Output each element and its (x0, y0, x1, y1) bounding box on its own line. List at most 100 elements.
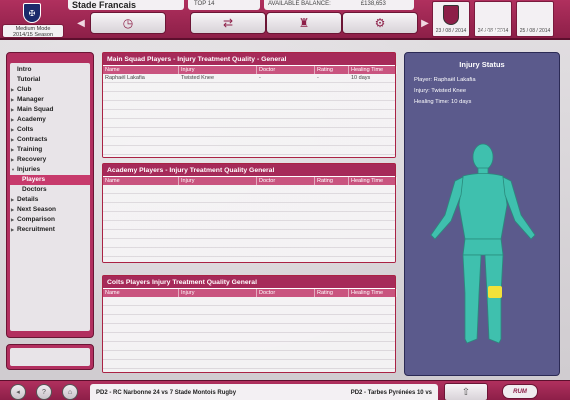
column-healing-time[interactable]: Healing Time (349, 177, 397, 185)
sidebar-item-colts[interactable]: Colts (10, 125, 90, 135)
column-name[interactable]: Name (103, 177, 179, 185)
ticker-right: PD2 - Tarbes Pyrénées 10 vs (350, 389, 432, 396)
table-body: Raphaël Lakafia Twisted Knee - - 10 days (103, 74, 395, 157)
sidebar-item-recruitment[interactable]: Recruitment (10, 225, 90, 235)
cell-injury: Twisted Knee (181, 75, 215, 81)
sidebar-item-doctors[interactable]: Doctors (10, 185, 90, 195)
settings-icon: ⚙ (374, 16, 386, 30)
column-rating[interactable]: Rating (315, 177, 349, 185)
sidebar-item-injuries[interactable]: Injuries (10, 165, 90, 175)
sidebar: IntroTutorialClubManagerMain SquadAcadem… (6, 52, 94, 338)
column-healing-time[interactable]: Healing Time (349, 66, 397, 74)
sidebar-item-manager[interactable]: Manager (10, 95, 90, 105)
table-header: Name Injury Doctor Rating Healing Time (103, 177, 397, 185)
nav-trophy-button[interactable]: ♜ (266, 12, 342, 34)
sidebar-item-main-squad[interactable]: Main Squad (10, 105, 90, 115)
column-doctor[interactable]: Doctor (257, 66, 315, 74)
news-ticker: PD2 - RC Narbonne 24 vs 7 Stade Montois … (90, 384, 438, 400)
sidebar-item-players[interactable]: Players (10, 175, 90, 185)
calendar-label: Calendar (481, 29, 507, 35)
body-figure-icon (430, 143, 536, 344)
panel-title: Main Squad Players - Injury Treatment Qu… (103, 53, 395, 66)
column-name[interactable]: Name (103, 66, 179, 74)
calendar-date: 25 / 08 / 2014 (519, 28, 551, 34)
injury-status-panel: Injury Status Player: Raphaël Lakafia In… (404, 52, 560, 376)
injury-location-mark (488, 286, 502, 298)
trophy-icon: ♜ (298, 16, 310, 30)
cell-doctor: - (259, 75, 261, 81)
column-injury[interactable]: Injury (179, 289, 257, 297)
status-player: Player: Raphaël Lakafia (414, 77, 476, 83)
top-bar: ✠ Medium Mode 2014/15 Season Stade Franc… (0, 0, 570, 40)
column-doctor[interactable]: Doctor (257, 289, 315, 297)
status-injury: Injury: Twisted Knee (414, 88, 467, 94)
column-name[interactable]: Name (103, 289, 179, 297)
sidebar-footer-box (10, 348, 90, 366)
nav-prev-icon[interactable]: ◀ (76, 16, 86, 30)
help-button[interactable]: ? (36, 384, 52, 400)
continue-icon: ⇧ (461, 386, 471, 398)
nav-next-icon[interactable]: ▶ (420, 16, 430, 30)
bottom-bar: ◂ ? ⌂ PD2 - RC Narbonne 24 vs 7 Stade Mo… (0, 380, 570, 400)
sidebar-item-tutorial[interactable]: Tutorial (10, 75, 90, 85)
sidebar-item-recovery[interactable]: Recovery (10, 155, 90, 165)
table-header: Name Injury Doctor Rating Healing Time (103, 289, 397, 297)
nav-transfer-button[interactable]: ⇄ (190, 12, 266, 34)
column-injury[interactable]: Injury (179, 66, 257, 74)
sidebar-item-training[interactable]: Training (10, 145, 90, 155)
sidebar-item-contracts[interactable]: Contracts (10, 135, 90, 145)
home-icon: ⌂ (67, 388, 73, 396)
calendar-day-1[interactable]: 23 / 08 / 2014 (432, 1, 470, 37)
mode-label: Medium Mode 2014/15 Season (2, 24, 64, 38)
panel-title: Academy Players - Injury Treatment Quali… (103, 164, 395, 177)
table-row[interactable]: Raphaël Lakafia Twisted Knee - - 10 days (103, 74, 395, 82)
calendar-day-3[interactable]: 25 / 08 / 2014 (516, 1, 554, 37)
sidebar-menu: IntroTutorialClubManagerMain SquadAcadem… (10, 63, 90, 331)
help-icon: ? (42, 388, 46, 396)
home-button[interactable]: ⌂ (62, 384, 78, 400)
fixture-badge-icon (443, 5, 459, 25)
nav-clock-button[interactable]: ◷ (90, 12, 166, 34)
cell-healing-time: 10 days (351, 75, 371, 81)
injury-status-title: Injury Status (459, 60, 505, 69)
season-label: 2014/15 Season (12, 32, 54, 38)
column-doctor[interactable]: Doctor (257, 177, 315, 185)
cell-name: Raphaël Lakafia (105, 75, 145, 81)
colts-panel: Colts Players Injury Treatment Quality G… (102, 275, 397, 373)
back-button[interactable]: ◂ (10, 384, 26, 400)
main-squad-panel: Main Squad Players - Injury Treatment Qu… (102, 52, 397, 158)
ticker-left: PD2 - RC Narbonne 24 vs 7 Stade Montois … (96, 389, 237, 396)
calendar-date: 23 / 08 / 2014 (435, 28, 467, 34)
league-label: TOP 14 (188, 0, 260, 10)
club-crest[interactable]: ✠ (8, 2, 56, 24)
club-name: Stade Francais (68, 0, 184, 10)
brand-logo: RUM (502, 384, 538, 399)
nav-settings-button[interactable]: ⚙ (342, 12, 418, 34)
column-healing-time[interactable]: Healing Time (349, 289, 397, 297)
status-healing-time: Healing Time: 10 days (414, 99, 472, 105)
back-icon: ◂ (16, 389, 20, 396)
body-diagram (430, 143, 536, 344)
column-rating[interactable]: Rating (315, 289, 349, 297)
balance-label: AVAILABLE BALANCE: (268, 1, 331, 7)
sidebar-item-details[interactable]: Details (10, 195, 90, 205)
transfer-icon: ⇄ (222, 16, 234, 30)
balance-display: AVAILABLE BALANCE: £138,653 (264, 0, 414, 10)
column-injury[interactable]: Injury (179, 177, 257, 185)
table-body (103, 185, 395, 262)
sidebar-item-club[interactable]: Club (10, 85, 90, 95)
panel-title: Colts Players Injury Treatment Quality G… (103, 276, 395, 289)
column-rating[interactable]: Rating (315, 66, 349, 74)
sidebar-item-comparison[interactable]: Comparison (10, 215, 90, 225)
academy-panel: Academy Players - Injury Treatment Quali… (102, 163, 397, 263)
balance-value: £138,653 (360, 1, 386, 7)
cell-rating: - (317, 75, 319, 81)
sidebar-item-next-season[interactable]: Next Season (10, 205, 90, 215)
sidebar-footer (6, 344, 94, 370)
clock-icon: ◷ (122, 16, 134, 30)
sidebar-item-academy[interactable]: Academy (10, 115, 90, 125)
continue-button[interactable]: ⇧ (444, 383, 488, 400)
sidebar-item-intro[interactable]: Intro (10, 65, 90, 75)
table-body (103, 297, 395, 372)
crest-icon: ✠ (23, 3, 41, 23)
